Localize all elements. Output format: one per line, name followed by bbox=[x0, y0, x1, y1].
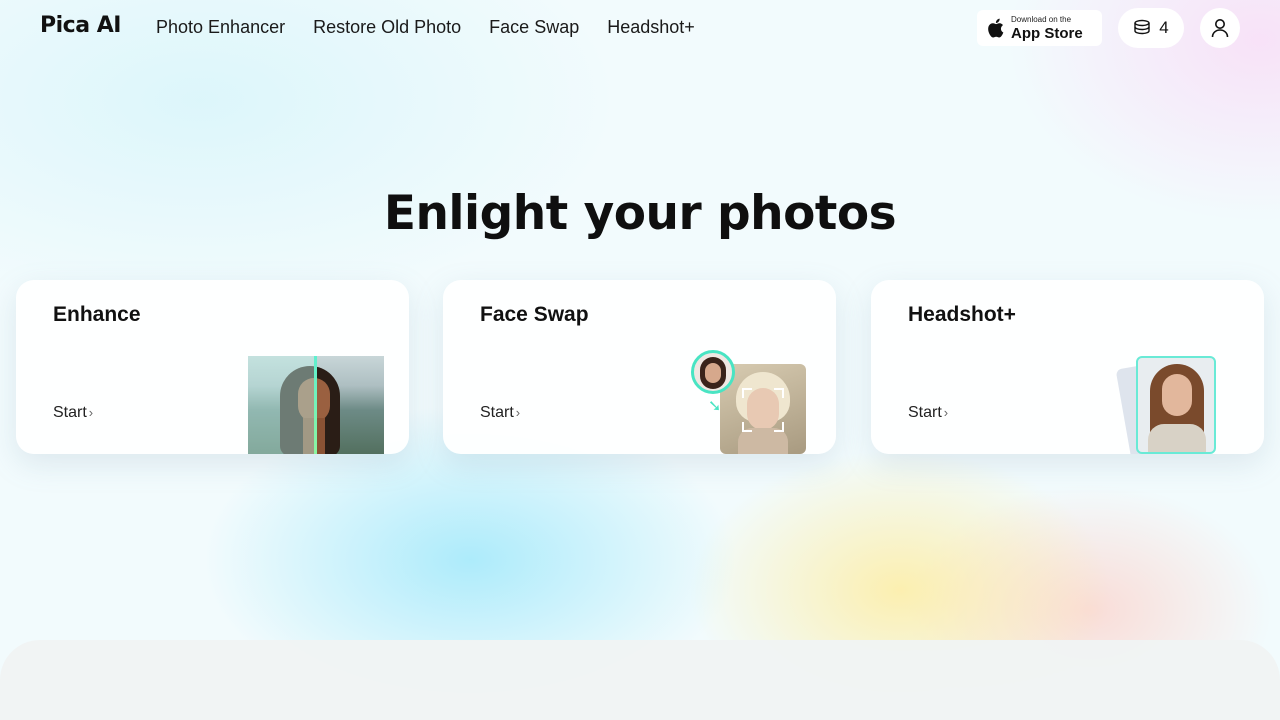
nav-links: Photo Enhancer Restore Old Photo Face Sw… bbox=[156, 17, 695, 38]
logo[interactable]: Pica AI bbox=[40, 13, 121, 38]
nav-link-restore-old-photo[interactable]: Restore Old Photo bbox=[313, 17, 461, 38]
nav-link-face-swap[interactable]: Face Swap bbox=[489, 17, 579, 38]
top-nav: Pica AI Photo Enhancer Restore Old Photo… bbox=[0, 0, 1280, 56]
app-store-label: App Store bbox=[1011, 24, 1083, 42]
card-title: Enhance bbox=[53, 303, 141, 326]
arrow-down-icon: ➘ bbox=[708, 398, 722, 415]
bottom-section bbox=[0, 640, 1280, 720]
credits-button[interactable]: 4 bbox=[1118, 8, 1184, 48]
user-icon bbox=[1211, 19, 1229, 38]
enhance-preview-image bbox=[248, 356, 384, 454]
nav-link-headshot[interactable]: Headshot+ bbox=[607, 17, 695, 38]
chevron-right-icon: › bbox=[943, 405, 949, 420]
user-account-button[interactable] bbox=[1200, 8, 1240, 48]
card-start-link[interactable]: Start › bbox=[908, 404, 948, 422]
hero-title: Enlight your photos bbox=[383, 186, 897, 241]
card-start-label: Start bbox=[53, 404, 87, 421]
card-face-swap[interactable]: Face Swap Start › ➘ bbox=[443, 280, 836, 454]
apple-icon bbox=[988, 18, 1004, 38]
card-enhance[interactable]: Enhance Start › bbox=[16, 280, 409, 454]
card-title: Face Swap bbox=[480, 303, 589, 326]
headshot-preview-image bbox=[1136, 356, 1216, 454]
card-start-label: Start bbox=[908, 404, 942, 421]
nav-link-photo-enhancer[interactable]: Photo Enhancer bbox=[156, 17, 285, 38]
card-start-label: Start bbox=[480, 404, 514, 421]
chevron-right-icon: › bbox=[515, 405, 521, 420]
app-store-button[interactable]: Download on the App Store bbox=[977, 10, 1102, 46]
card-start-link[interactable]: Start › bbox=[480, 404, 520, 422]
coins-icon bbox=[1134, 19, 1150, 35]
card-title: Headshot+ bbox=[908, 303, 1016, 326]
card-start-link[interactable]: Start › bbox=[53, 404, 93, 422]
credits-count: 4 bbox=[1159, 18, 1169, 37]
app-store-small-label: Download on the bbox=[1011, 14, 1072, 24]
card-headshot[interactable]: Headshot+ Start › bbox=[871, 280, 1264, 454]
chevron-right-icon: › bbox=[88, 405, 94, 420]
logo-text: Pica AI bbox=[40, 13, 121, 38]
source-face-thumbnail bbox=[691, 350, 735, 394]
